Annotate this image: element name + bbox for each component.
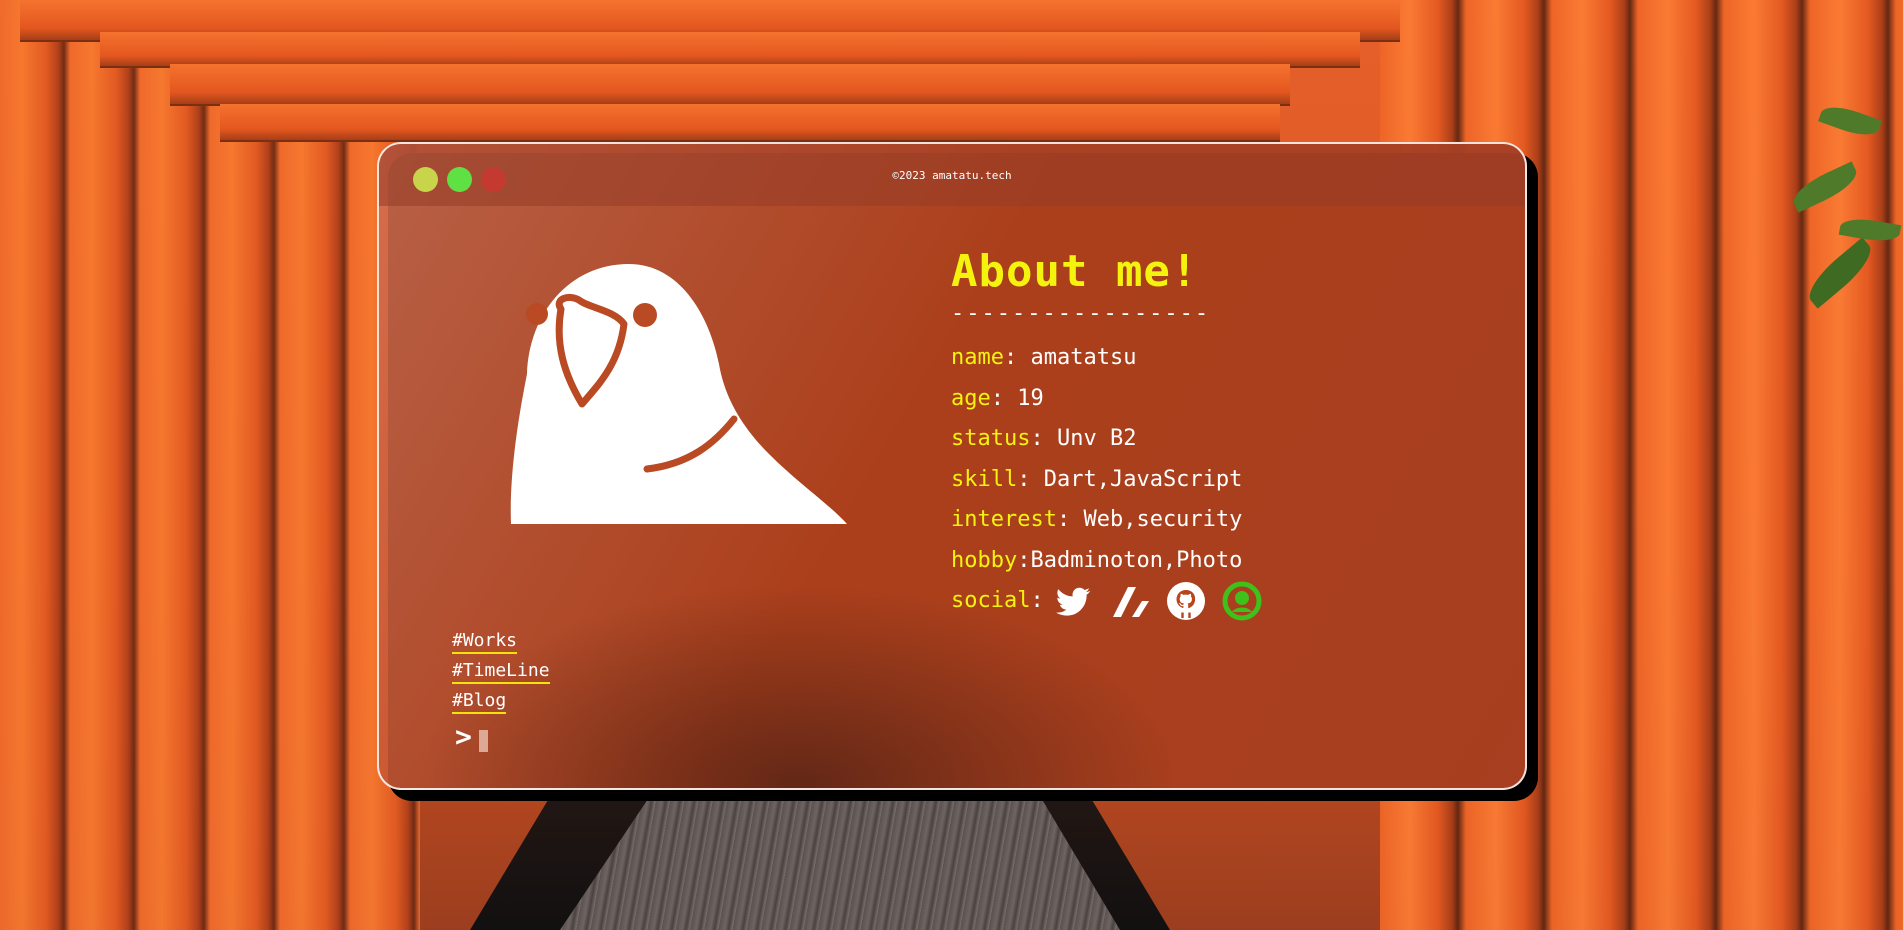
field-key: skill bbox=[951, 466, 1018, 492]
field-value: Badminoton,Photo bbox=[1030, 547, 1243, 573]
field-status: status: Unv B2 bbox=[951, 419, 1471, 460]
field-key: status bbox=[951, 426, 1031, 451]
field-sep: : bbox=[1017, 547, 1031, 573]
link-works[interactable]: #Works bbox=[452, 630, 518, 654]
field-value: amatatsu bbox=[1030, 345, 1137, 370]
field-sep: : bbox=[1030, 426, 1057, 451]
field-hobby: hobby:Badminoton,Photo bbox=[951, 541, 1471, 582]
link-blog[interactable]: #Blog bbox=[452, 690, 507, 714]
field-age: age: 19 bbox=[951, 379, 1471, 420]
field-value: Dart,JavaScript bbox=[1043, 466, 1243, 492]
about-section: About me! ----------------- name: amatat… bbox=[951, 246, 1471, 622]
parakeet-avatar bbox=[510, 264, 847, 524]
field-name: name: amatatsu bbox=[951, 338, 1471, 379]
field-key: social bbox=[951, 588, 1031, 613]
social-links bbox=[1054, 581, 1278, 621]
window-title: ©2023 amatatu.tech bbox=[892, 169, 1012, 182]
field-sep: : bbox=[1030, 588, 1044, 613]
nav-links: #Works #TimeLine #Blog bbox=[452, 630, 550, 720]
title-bar: ©2023 amatatu.tech bbox=[379, 144, 1525, 206]
command-prompt[interactable]: > bbox=[455, 720, 472, 753]
field-skill: skill: Dart,JavaScript bbox=[951, 460, 1471, 501]
field-value: Unv B2 bbox=[1056, 426, 1137, 451]
field-sep: : bbox=[990, 385, 1018, 411]
field-key: interest bbox=[951, 507, 1057, 532]
field-interest: interest: Web,security bbox=[951, 500, 1471, 541]
terminal-window: ©2023 amatatu.tech #Works #TimeLine #Blo… bbox=[377, 142, 1527, 790]
field-sep: : bbox=[1056, 507, 1084, 532]
misskey-icon[interactable] bbox=[1222, 581, 1262, 621]
field-social: social: bbox=[951, 581, 1471, 622]
field-value: 19 bbox=[1017, 385, 1044, 411]
zenn-icon[interactable] bbox=[1110, 581, 1150, 621]
field-value: Web,security bbox=[1083, 507, 1243, 532]
field-sep: : bbox=[1017, 466, 1044, 492]
torii-beam bbox=[220, 104, 1280, 142]
twitter-icon[interactable] bbox=[1054, 581, 1094, 621]
divider: ----------------- bbox=[951, 301, 1211, 326]
field-key: age bbox=[951, 385, 991, 411]
field-sep: : bbox=[1003, 345, 1031, 370]
github-icon[interactable] bbox=[1166, 581, 1206, 621]
field-key: hobby bbox=[951, 547, 1018, 573]
link-timeline[interactable]: #TimeLine bbox=[452, 660, 550, 684]
torii-beam bbox=[170, 64, 1290, 106]
about-heading: About me! bbox=[951, 246, 1199, 297]
torii-beam bbox=[100, 32, 1360, 68]
text-cursor bbox=[479, 730, 488, 752]
field-key: name bbox=[951, 345, 1004, 370]
